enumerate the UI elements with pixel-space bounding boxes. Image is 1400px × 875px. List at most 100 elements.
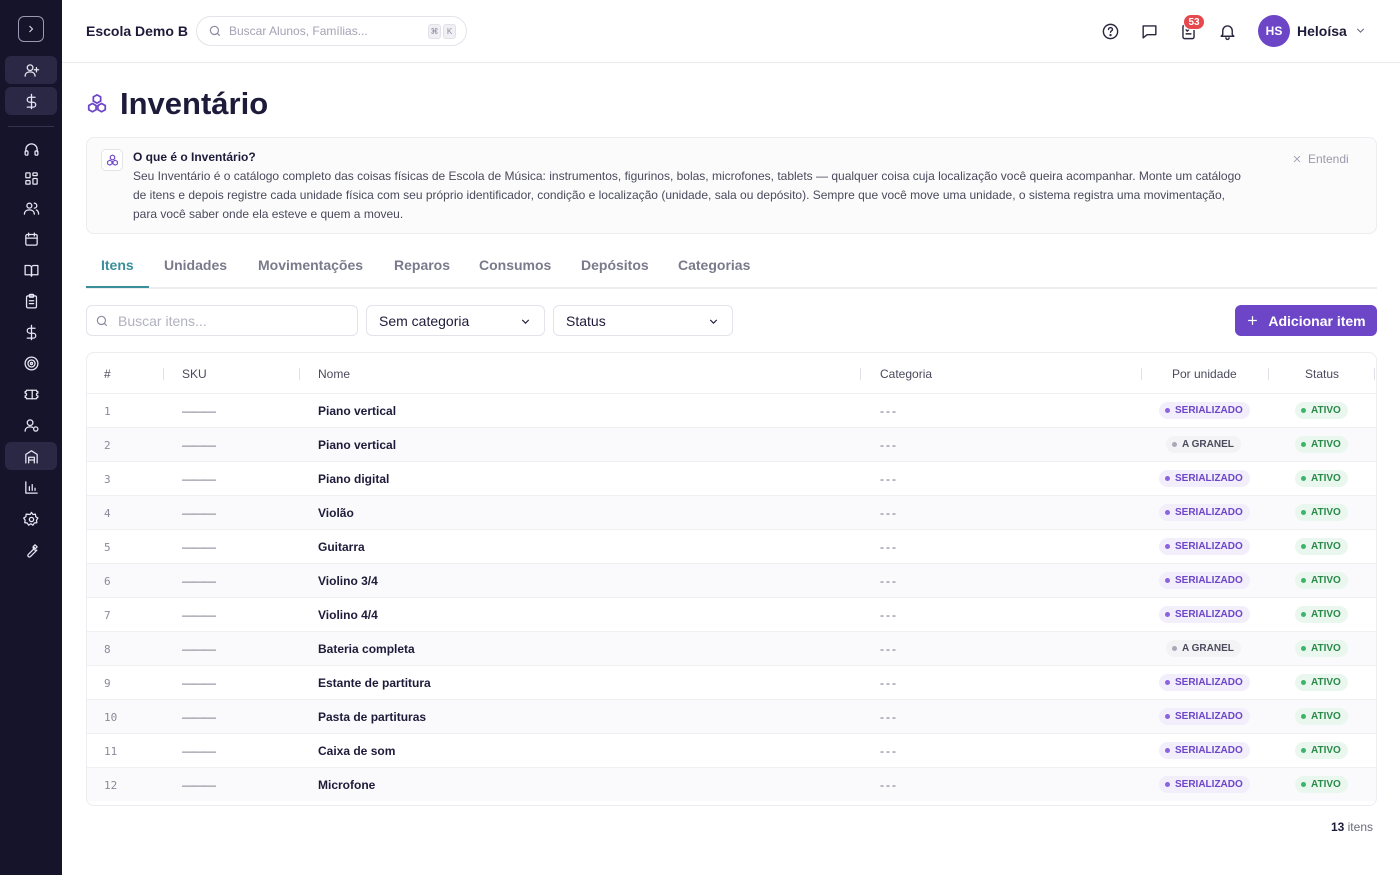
sidebar-item-users[interactable]: [5, 194, 57, 222]
sidebar-item-support[interactable]: [5, 135, 57, 163]
status-badge: ATIVO: [1295, 674, 1348, 691]
status-label: ATIVO: [1311, 677, 1341, 688]
column-header-category[interactable]: Categoria: [880, 367, 932, 381]
badge-dot: [1301, 476, 1306, 481]
user-name[interactable]: Heloísa: [1297, 23, 1347, 39]
sidebar-item-attendance[interactable]: [5, 287, 57, 315]
sidebar-item-events[interactable]: [5, 380, 57, 408]
column-header-number[interactable]: #: [104, 367, 111, 381]
row-name[interactable]: Violino 4/4: [318, 608, 378, 622]
table-row[interactable]: 10 ——— Pasta de partituras --- SERIALIZADO AT…: [87, 699, 1376, 733]
avatar[interactable]: HS: [1258, 15, 1290, 47]
unit-type-badge: SERIALIZADO: [1159, 572, 1250, 589]
row-name[interactable]: Guitarra: [318, 540, 365, 554]
sidebar-item-goals[interactable]: [5, 349, 57, 377]
column-header-sku[interactable]: SKU: [182, 367, 207, 381]
info-banner: O que é o Inventário? Seu Inventário é o…: [86, 137, 1377, 234]
column-resize-handle[interactable]: [860, 368, 861, 380]
tab-reparos[interactable]: Reparos: [394, 257, 450, 273]
row-name[interactable]: Violão: [318, 506, 354, 520]
global-search[interactable]: ⌘ K: [196, 16, 467, 46]
sidebar-item-finance[interactable]: [5, 318, 57, 346]
sidebar-item-staff[interactable]: [5, 411, 57, 439]
unit-type-label: SERIALIZADO: [1175, 541, 1243, 552]
item-search[interactable]: [86, 305, 358, 336]
messages-button[interactable]: [1138, 20, 1160, 42]
column-header-status[interactable]: Status: [1305, 367, 1339, 381]
add-item-button[interactable]: Adicionar item: [1235, 305, 1377, 336]
status-select[interactable]: Status: [553, 305, 733, 336]
row-name[interactable]: Violino 3/4: [318, 574, 378, 588]
unit-type-label: SERIALIZADO: [1175, 405, 1243, 416]
column-resize-handle[interactable]: [299, 368, 300, 380]
table-row[interactable]: 5 ——— Guitarra --- SERIALIZADO ATIVO: [87, 529, 1376, 563]
tab-bar: Itens Unidades Movimentações Reparos Con…: [86, 249, 1377, 289]
column-resize-handle[interactable]: [163, 368, 164, 380]
user-menu-toggle[interactable]: [1354, 24, 1367, 42]
tab-unidades[interactable]: Unidades: [164, 257, 227, 273]
sidebar-item-reports[interactable]: [5, 473, 57, 501]
sidebar-item-add-student[interactable]: [5, 56, 57, 84]
sidebar-toggle-button[interactable]: [18, 16, 44, 42]
badge-dot: [1165, 748, 1170, 753]
table-row[interactable]: 3 ——— Piano digital --- SERIALIZADO ATIVO: [87, 461, 1376, 495]
dismiss-info-button[interactable]: Entendi: [1292, 152, 1349, 166]
column-header-name[interactable]: Nome: [318, 367, 350, 381]
target-icon: [23, 355, 39, 371]
sidebar-item-settings[interactable]: [5, 505, 57, 533]
global-search-input[interactable]: [229, 24, 419, 38]
column-resize-handle[interactable]: [1141, 368, 1142, 380]
badge-dot: [1301, 544, 1306, 549]
table-row[interactable]: 7 ——— Violino 4/4 --- SERIALIZADO ATIVO: [87, 597, 1376, 631]
row-name[interactable]: Piano vertical: [318, 404, 396, 418]
wrench-icon: [26, 543, 38, 558]
sidebar-item-courses[interactable]: [5, 256, 57, 284]
help-button[interactable]: [1099, 20, 1121, 42]
row-name[interactable]: Piano vertical: [318, 438, 396, 452]
row-name[interactable]: Bateria completa: [318, 642, 415, 656]
column-header-per-unit[interactable]: Por unidade: [1172, 367, 1237, 381]
unit-type-badge: SERIALIZADO: [1159, 776, 1250, 793]
row-name[interactable]: Piano digital: [318, 472, 389, 486]
row-name[interactable]: Estante de partitura: [318, 676, 431, 690]
tab-depositos[interactable]: Depósitos: [581, 257, 649, 273]
sidebar-item-billing[interactable]: [5, 87, 57, 115]
item-search-input[interactable]: [118, 312, 348, 329]
unit-type-label: SERIALIZADO: [1175, 779, 1243, 790]
table-row[interactable]: 8 ——— Bateria completa --- A GRANEL ATIVO: [87, 631, 1376, 665]
status-badge: ATIVO: [1295, 606, 1348, 623]
tab-movimentacoes[interactable]: Movimentações: [258, 257, 363, 273]
table-row[interactable]: 12 ——— Microfone --- SERIALIZADO ATIVO: [87, 767, 1376, 801]
sidebar-item-tools[interactable]: [5, 536, 57, 564]
table-row[interactable]: 4 ——— Violão --- SERIALIZADO ATIVO: [87, 495, 1376, 529]
tab-itens[interactable]: Itens: [101, 257, 134, 273]
table-row[interactable]: 2 ——— Piano vertical --- A GRANEL ATIVO: [87, 427, 1376, 461]
notifications-button[interactable]: [1216, 20, 1238, 42]
status-badge: ATIVO: [1295, 742, 1348, 759]
row-name[interactable]: Pasta de partituras: [318, 710, 426, 724]
row-sku: ———: [182, 744, 216, 758]
sidebar-item-calendar[interactable]: [5, 225, 57, 253]
badge-dot: [1165, 476, 1170, 481]
unit-type-label: SERIALIZADO: [1175, 575, 1243, 586]
column-resize-handle[interactable]: [1268, 368, 1269, 380]
tab-consumos[interactable]: Consumos: [479, 257, 551, 273]
sidebar-item-dashboard[interactable]: [5, 164, 57, 192]
item-count: 13 itens: [1331, 820, 1373, 834]
item-count-number: 13: [1330, 820, 1345, 834]
column-resize-handle[interactable]: [1374, 368, 1375, 380]
sidebar-item-inventory[interactable]: [5, 442, 57, 470]
category-select[interactable]: Sem categoria: [366, 305, 545, 336]
unit-type-badge: SERIALIZADO: [1159, 606, 1250, 623]
table-row[interactable]: 6 ——— Violino 3/4 --- SERIALIZADO ATIVO: [87, 563, 1376, 597]
row-name[interactable]: Caixa de som: [318, 744, 395, 758]
badge-dot: [1301, 680, 1306, 685]
table-row[interactable]: 11 ——— Caixa de som --- SERIALIZADO ATIVO: [87, 733, 1376, 767]
table-row[interactable]: 1 ——— Piano vertical --- SERIALIZADO ATIVO: [87, 393, 1376, 427]
unit-type-badge: SERIALIZADO: [1159, 538, 1250, 555]
school-name[interactable]: Escola Demo B: [86, 23, 188, 39]
tab-categorias[interactable]: Categorias: [678, 257, 750, 273]
row-name[interactable]: Microfone: [318, 778, 375, 792]
table-row[interactable]: 9 ——— Estante de partitura --- SERIALIZADO AT…: [87, 665, 1376, 699]
badge-dot: [1301, 646, 1306, 651]
